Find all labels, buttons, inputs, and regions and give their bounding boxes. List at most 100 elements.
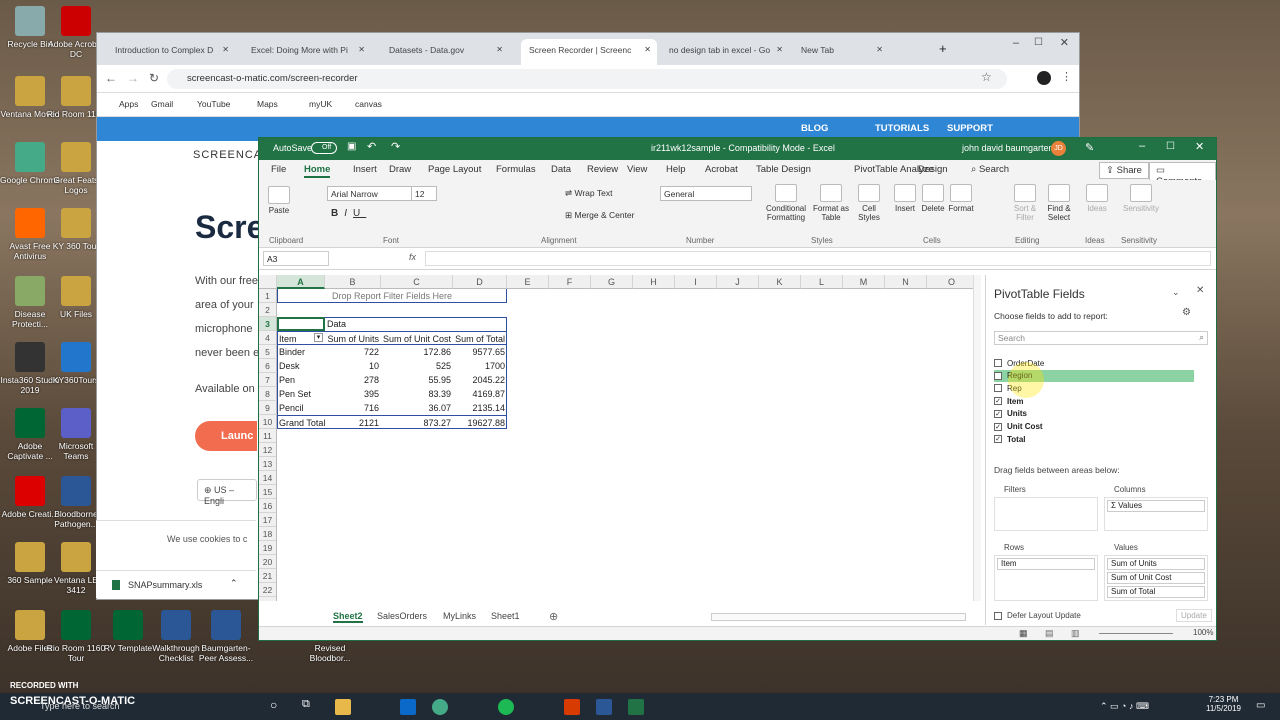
- formula-input[interactable]: [425, 251, 1211, 266]
- row-header[interactable]: 9: [259, 401, 277, 415]
- values-dropzone[interactable]: Sum of Units Sum of Unit Cost Sum of Total: [1104, 555, 1208, 601]
- horizontal-scrollbar[interactable]: [711, 613, 966, 621]
- filters-dropzone[interactable]: [994, 497, 1098, 531]
- column-header[interactable]: N: [885, 275, 927, 289]
- task-view-icon[interactable]: ⧉: [302, 698, 310, 711]
- column-header[interactable]: E: [507, 275, 549, 289]
- column-header[interactable]: B: [325, 275, 381, 289]
- pivot-value[interactable]: 4169.87: [453, 387, 507, 401]
- field-checkbox[interactable]: ✓: [994, 409, 1002, 418]
- selected-cell[interactable]: [277, 317, 325, 331]
- format-cells-button[interactable]: Format: [947, 184, 975, 213]
- language-select[interactable]: ⊕ US – Engli: [197, 479, 257, 506]
- taskbar-search[interactable]: Type here to search: [40, 701, 120, 711]
- column-header[interactable]: K: [759, 275, 801, 289]
- row-header[interactable]: 5: [259, 345, 277, 359]
- column-header[interactable]: O: [927, 275, 977, 289]
- ribbon-tab[interactable]: Page Layout: [428, 164, 481, 175]
- column-header[interactable]: A: [277, 275, 325, 289]
- ribbon-tab[interactable]: Table Design: [756, 164, 811, 175]
- page-layout-view-icon[interactable]: ▤: [1045, 628, 1054, 639]
- row-header[interactable]: 13: [259, 457, 277, 471]
- bookmark-item[interactable]: myUK: [309, 99, 332, 109]
- row-header[interactable]: 21: [259, 569, 277, 583]
- field-checkbox[interactable]: ✓: [994, 422, 1002, 431]
- file-explorer-icon[interactable]: [335, 699, 351, 715]
- excel-icon[interactable]: [628, 699, 644, 715]
- zoom-slider[interactable]: [1099, 633, 1173, 634]
- row-header[interactable]: 18: [259, 527, 277, 541]
- pivot-row-label[interactable]: Desk: [277, 359, 325, 373]
- pivot-row-label[interactable]: Grand Total: [277, 415, 325, 429]
- office-icon[interactable]: [564, 699, 580, 715]
- ribbon-tab[interactable]: View: [627, 164, 647, 175]
- bookmark-item[interactable]: Gmail: [151, 99, 173, 109]
- profile-avatar[interactable]: [1037, 71, 1051, 85]
- site-nav-link[interactable]: TUTORIALS: [875, 123, 929, 134]
- ribbon-tab[interactable]: Acrobat: [705, 164, 738, 175]
- bookmark-item[interactable]: YouTube: [197, 99, 230, 109]
- row-header[interactable]: 3: [259, 317, 277, 331]
- field-checkbox[interactable]: [994, 359, 1002, 367]
- user-avatar[interactable]: JD: [1051, 141, 1066, 156]
- checkbox[interactable]: [994, 611, 1002, 620]
- columns-dropzone[interactable]: Σ Values: [1104, 497, 1208, 531]
- field-item[interactable]: ✓ Unit Cost: [994, 421, 1194, 433]
- minimize-button[interactable]: ‒: [1013, 37, 1019, 49]
- pivot-data-header[interactable]: Data: [325, 317, 381, 331]
- site-nav-link[interactable]: BLOG: [801, 123, 828, 134]
- pivot-value[interactable]: 9577.65: [453, 345, 507, 359]
- row-header[interactable]: 11: [259, 429, 277, 443]
- row-header[interactable]: 6: [259, 359, 277, 373]
- outlook-icon[interactable]: [400, 699, 416, 715]
- filters-area[interactable]: Filters: [994, 485, 1098, 533]
- ribbon-tab[interactable]: Formulas: [496, 164, 536, 175]
- filter-drop-zone[interactable]: Drop Report Filter Fields Here: [277, 289, 507, 303]
- paste-button[interactable]: Paste: [265, 186, 293, 215]
- values-area[interactable]: Values Sum of Units Sum of Unit Cost Sum o…: [1104, 543, 1208, 603]
- pivot-row-label[interactable]: Binder: [277, 345, 325, 359]
- desktop-icon[interactable]: Rio Room 1160 Tour: [46, 610, 106, 663]
- row-header[interactable]: 10: [259, 415, 277, 429]
- close-icon[interactable]: ✕: [358, 45, 365, 54]
- column-header[interactable]: I: [675, 275, 717, 289]
- ribbon-tab[interactable]: Data: [551, 164, 571, 175]
- row-header[interactable]: 4: [259, 331, 277, 345]
- spotify-icon[interactable]: [498, 699, 514, 715]
- notifications-icon[interactable]: ▭: [1256, 700, 1265, 711]
- row-header[interactable]: 23: [259, 597, 277, 601]
- values-item[interactable]: Sum of Total: [1107, 586, 1205, 598]
- pivot-row-label[interactable]: Pencil: [277, 401, 325, 415]
- launch-button[interactable]: Launc: [195, 421, 257, 451]
- row-header[interactable]: 19: [259, 541, 277, 555]
- column-header[interactable]: H: [633, 275, 675, 289]
- pivot-value[interactable]: 278: [325, 373, 381, 387]
- pivot-value[interactable]: 36.07: [381, 401, 453, 415]
- cell-styles-button[interactable]: Cell Styles: [853, 184, 885, 222]
- bookmark-item[interactable]: canvas: [355, 99, 382, 109]
- new-tab-button[interactable]: +: [939, 41, 947, 56]
- chevron-down-icon[interactable]: ⌄: [1172, 287, 1180, 298]
- ribbon-tab[interactable]: Insert: [353, 164, 377, 175]
- row-header[interactable]: 12: [259, 443, 277, 457]
- field-item[interactable]: ✓ Units: [994, 408, 1194, 420]
- pivot-value[interactable]: 2045.22: [453, 373, 507, 387]
- pivot-row-label[interactable]: Pen Set: [277, 387, 325, 401]
- chevron-up-icon[interactable]: ⌃: [230, 578, 238, 589]
- cortana-icon[interactable]: ○: [270, 698, 277, 712]
- format-as-table-button[interactable]: Format as Table: [811, 184, 851, 222]
- delete-cells-button[interactable]: Delete: [919, 184, 947, 213]
- bookmark-item[interactable]: Apps: [119, 99, 138, 109]
- ribbon-tab[interactable]: Draw: [389, 164, 411, 175]
- site-nav-link[interactable]: SUPPORT: [947, 123, 993, 134]
- values-item[interactable]: Sum of Units: [1107, 558, 1205, 570]
- browser-tab[interactable]: Excel: Doing More with Pi ✕: [243, 39, 371, 65]
- column-header[interactable]: F: [549, 275, 591, 289]
- sheet-tab[interactable]: SalesOrders: [377, 611, 427, 621]
- field-checkbox[interactable]: ✓: [994, 397, 1002, 406]
- close-icon[interactable]: ✕: [644, 45, 651, 54]
- field-item[interactable]: ✓ Total: [994, 433, 1194, 445]
- menu-icon[interactable]: ⋮: [1061, 70, 1072, 83]
- pivot-value[interactable]: 10: [325, 359, 381, 373]
- wrap-text-button[interactable]: ⇌ Wrap Text: [565, 188, 612, 199]
